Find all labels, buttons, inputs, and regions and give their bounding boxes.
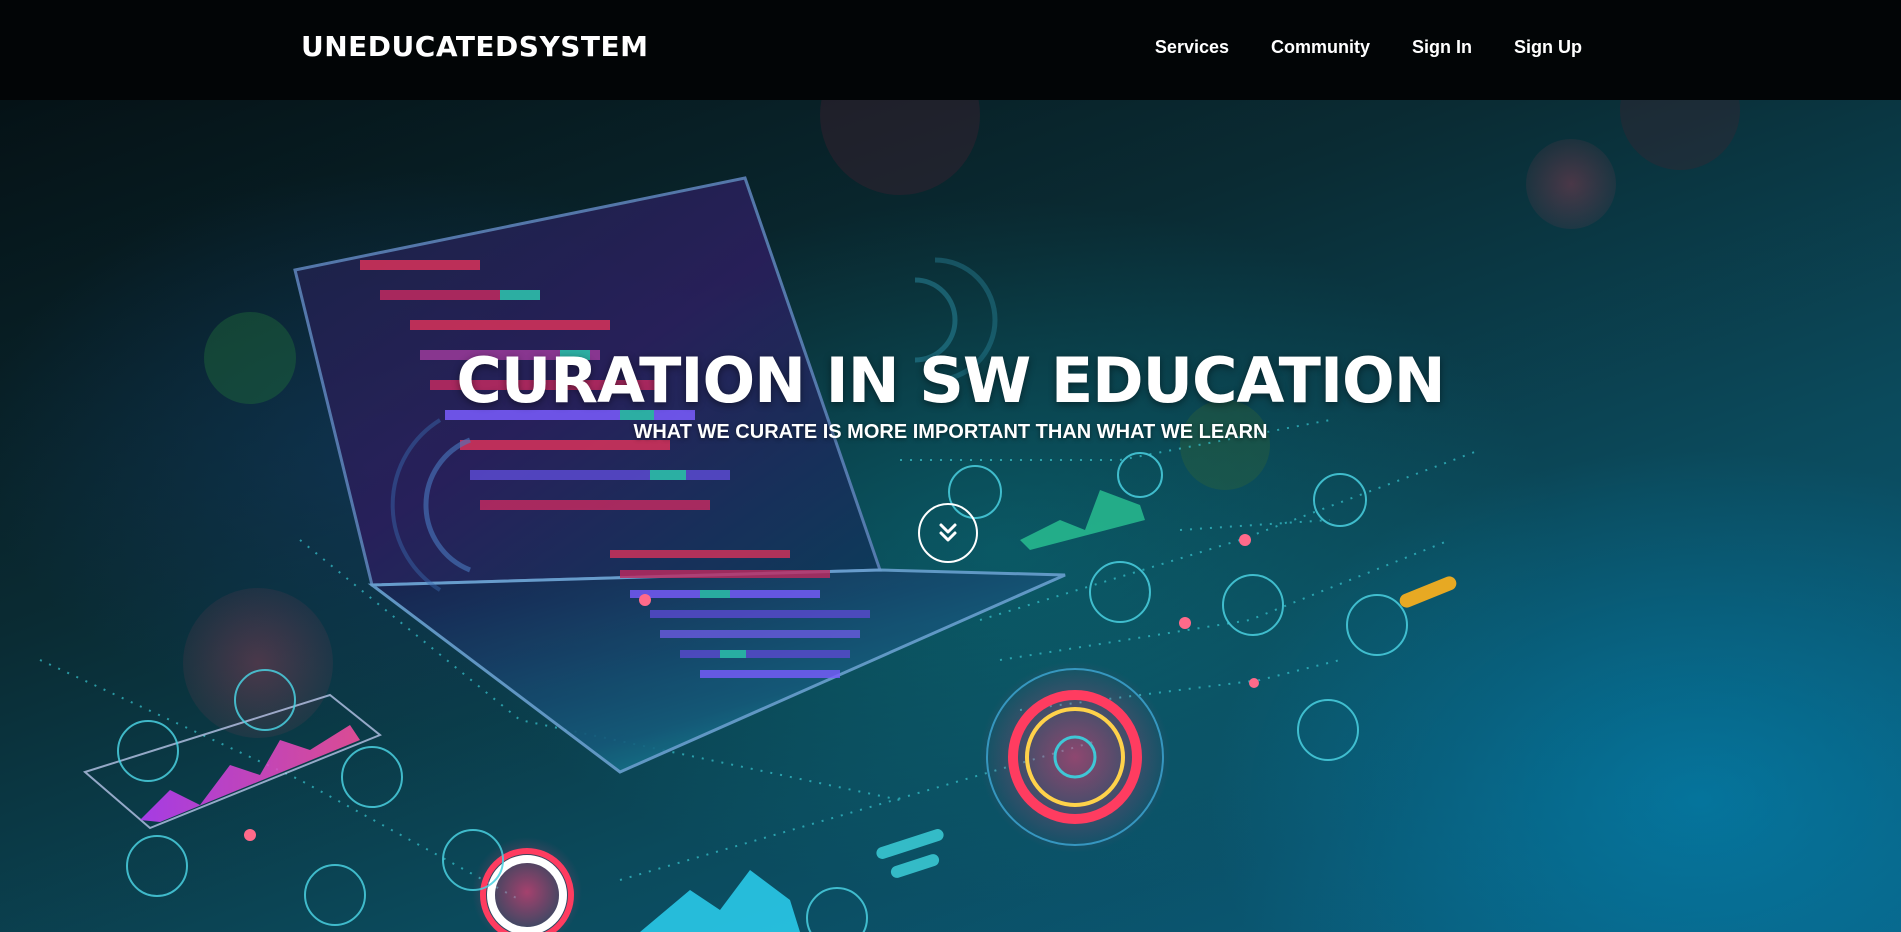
nav-sign-in-link[interactable]: Sign In	[1412, 36, 1472, 58]
hero-copy: CURATION IN SW EDUCATION WHAT WE CURATE …	[0, 345, 1901, 445]
hero-section: CURATION IN SW EDUCATION WHAT WE CURATE …	[0, 100, 1901, 932]
chevron-double-down-icon	[939, 523, 957, 542]
nav-links: Services Community Sign In Sign Up	[1155, 36, 1582, 58]
nav-sign-up-link[interactable]: Sign Up	[1514, 36, 1582, 58]
hero-subtitle: WHAT WE CURATE IS MORE IMPORTANT THAN WH…	[633, 421, 1268, 443]
hero-title: CURATION IN SW EDUCATION	[456, 344, 1445, 417]
nav-services-link[interactable]: Services	[1155, 36, 1229, 58]
scroll-down-button[interactable]	[918, 503, 978, 563]
top-navbar: UNEDUCATEDSYSTEM Services Community Sign…	[0, 0, 1901, 100]
nav-community-link[interactable]: Community	[1271, 36, 1370, 58]
brand-logo[interactable]: UNEDUCATEDSYSTEM	[301, 30, 649, 64]
page: UNEDUCATEDSYSTEM Services Community Sign…	[0, 0, 1901, 932]
